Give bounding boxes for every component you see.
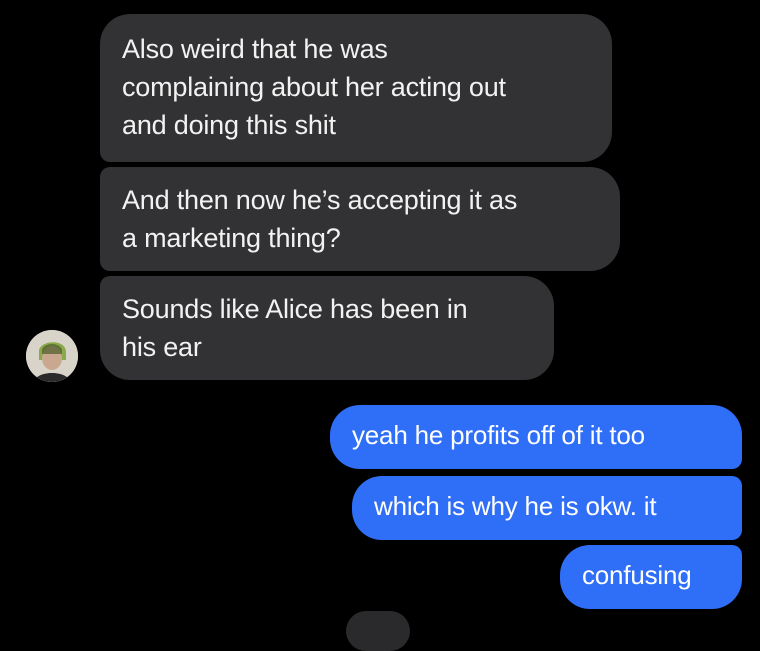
typing-indicator-bubble <box>346 611 410 651</box>
avatar-icon <box>26 330 78 382</box>
outgoing-message-bubble[interactable]: confusing <box>560 545 742 609</box>
message-thread[interactable]: Also weird that he was complaining about… <box>0 0 760 651</box>
incoming-message-bubble[interactable]: Also weird that he was complaining about… <box>100 14 612 162</box>
outgoing-message-bubble[interactable]: yeah he profits off of it too <box>330 405 742 469</box>
incoming-message-bubble[interactable]: Sounds like Alice has been in his ear <box>100 276 554 380</box>
outgoing-message-bubble[interactable]: which is why he is okw. it <box>352 476 742 540</box>
incoming-message-bubble[interactable]: And then now he’s accepting it as a mark… <box>100 167 620 271</box>
contact-avatar[interactable] <box>26 330 78 382</box>
